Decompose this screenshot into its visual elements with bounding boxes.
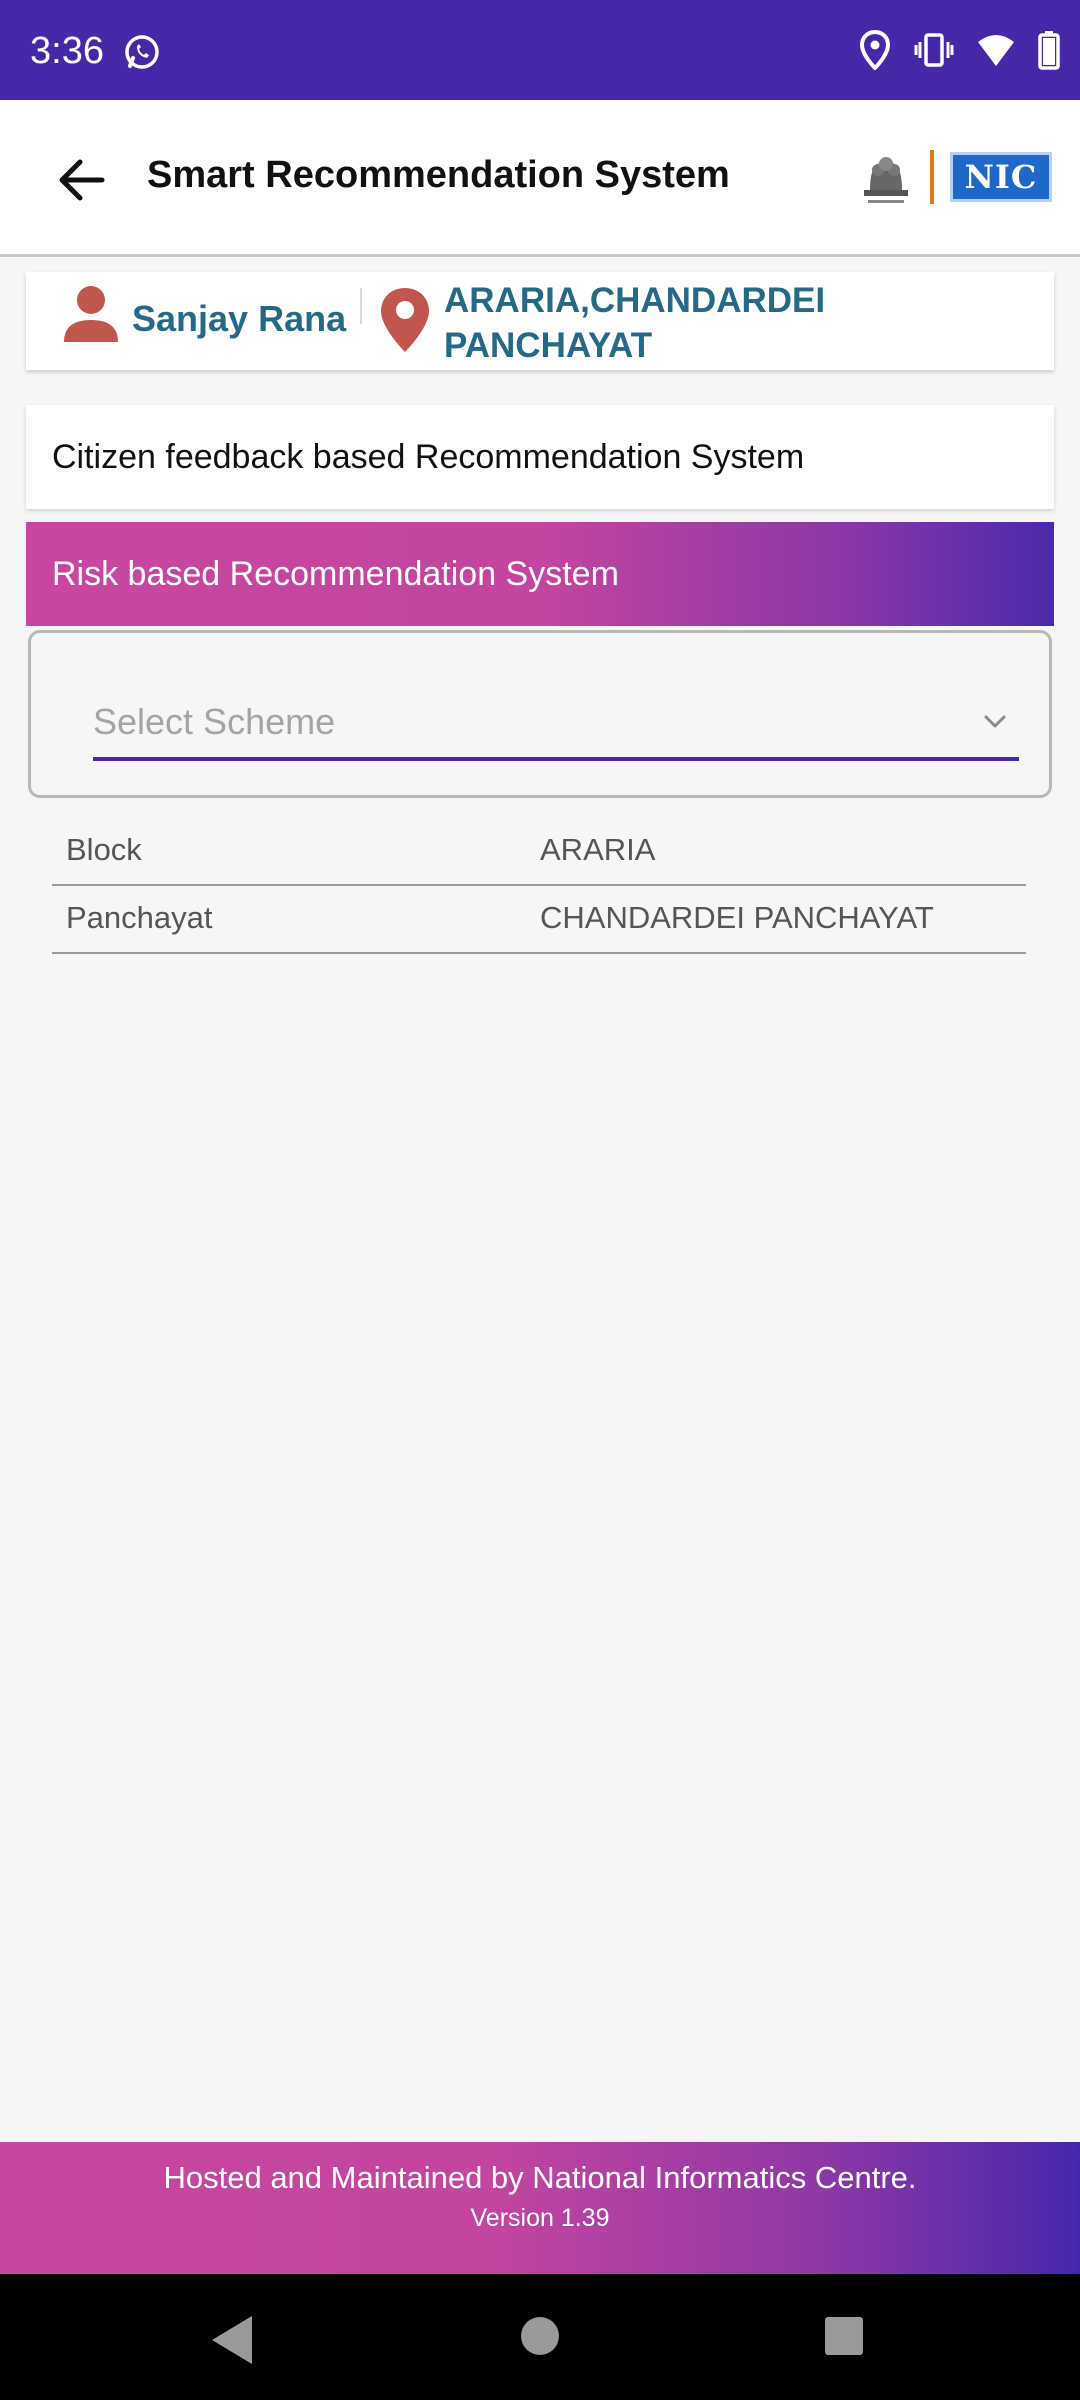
national-emblem-icon: [864, 157, 908, 203]
scheme-dropdown[interactable]: Select Scheme: [93, 695, 1019, 761]
whatsapp-icon: [125, 35, 159, 69]
user-name: Sanjay Rana: [132, 298, 347, 339]
location-icon: [859, 30, 891, 70]
person-icon: [64, 286, 118, 342]
info-value: CHANDARDEI PANCHAYAT: [540, 900, 934, 935]
logo-divider: [930, 150, 934, 204]
wifi-icon: [978, 35, 1014, 66]
user-location: ARARIA,CHANDARDEI PANCHAYAT: [444, 281, 826, 365]
page-title: Smart Recommendation System: [147, 154, 730, 196]
info-label: Block: [66, 832, 142, 867]
info-row-block: Block ARARIA: [52, 816, 1026, 886]
nav-recents-icon[interactable]: [824, 2316, 864, 2356]
scheme-select-container: Select Scheme: [28, 630, 1052, 798]
battery-icon: [1038, 31, 1060, 70]
nic-logo: NIC: [950, 152, 1052, 202]
nav-home-icon[interactable]: [520, 2316, 560, 2356]
chevron-down-icon: [984, 715, 1006, 728]
status-bar: 3:36: [0, 0, 1080, 100]
info-value: ARARIA: [540, 832, 656, 867]
back-arrow-icon[interactable]: [50, 148, 114, 212]
footer: Hosted and Maintained by National Inform…: [0, 2142, 1080, 2274]
vibrate-icon: [914, 33, 954, 67]
status-time: 3:36: [30, 30, 104, 72]
risk-based-section[interactable]: Risk based Recommendation System: [26, 522, 1054, 626]
info-label: Panchayat: [66, 900, 213, 935]
map-pin-icon: [381, 288, 429, 352]
info-row-panchayat: Panchayat CHANDARDEI PANCHAYAT: [52, 884, 1026, 954]
scheme-placeholder: Select Scheme: [93, 701, 336, 742]
citizen-feedback-section[interactable]: Citizen feedback based Recommendation Sy…: [26, 405, 1054, 509]
card-divider: [360, 288, 362, 324]
citizen-feedback-label: Citizen feedback based Recommendation Sy…: [52, 437, 805, 476]
user-location-card: Sanjay Rana ARARIA,CHANDARDEI PANCHAYAT: [26, 272, 1054, 370]
app-bar: Smart Recommendation System NIC: [0, 100, 1080, 257]
risk-based-label: Risk based Recommendation System: [52, 554, 619, 593]
footer-version: Version 1.39: [470, 2204, 610, 2232]
system-nav-bar: [0, 2274, 1080, 2400]
footer-hosted-text: Hosted and Maintained by National Inform…: [163, 2160, 917, 2195]
nav-back-icon[interactable]: [206, 2312, 256, 2368]
